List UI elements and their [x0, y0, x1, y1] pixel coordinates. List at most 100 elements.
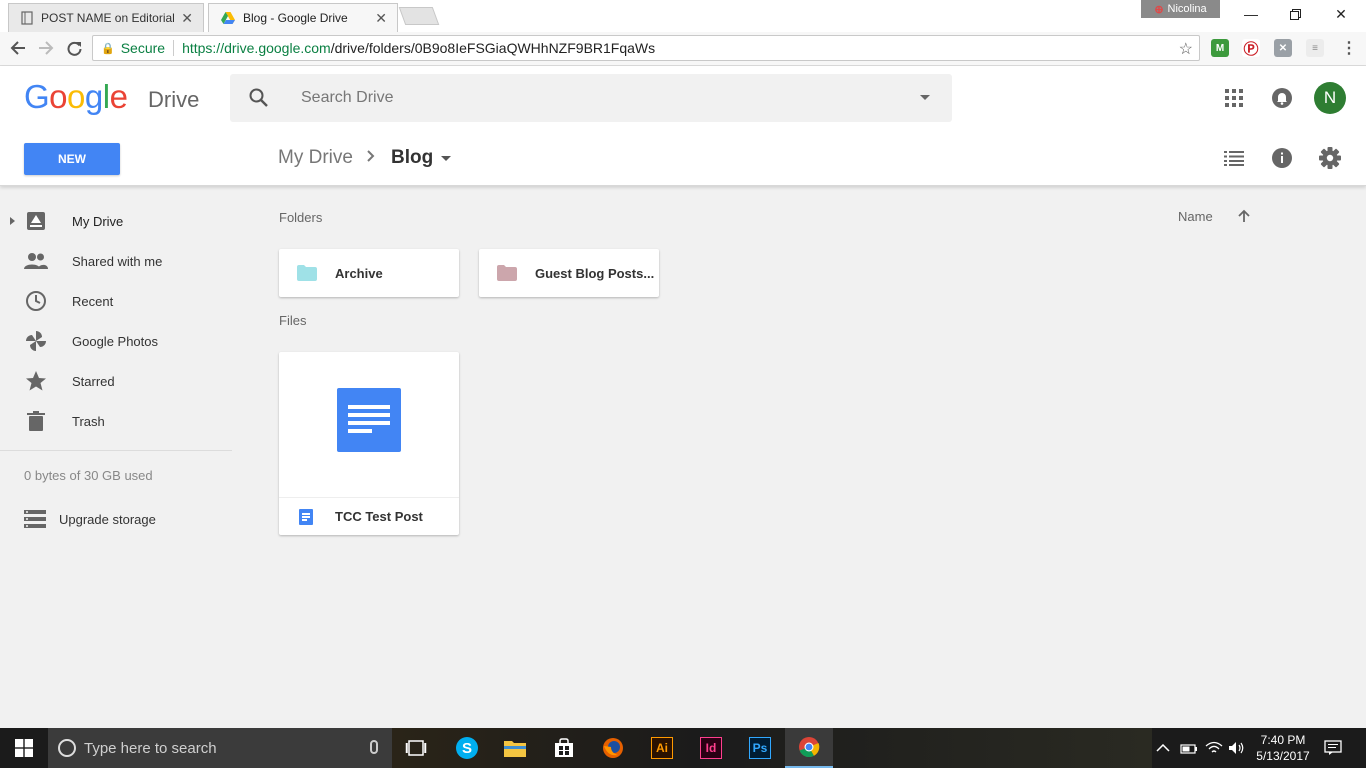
expand-arrow-icon[interactable]: [10, 217, 15, 225]
profile-name: Nicolina: [1167, 3, 1207, 15]
chrome-icon: [799, 737, 820, 758]
reload-icon: [67, 41, 81, 56]
system-clock[interactable]: 7:40 PM 5/13/2017: [1252, 732, 1314, 764]
store-bag-icon: [555, 738, 573, 757]
photoshop-taskbar-button[interactable]: Ps: [736, 728, 784, 768]
folder-card-guest-blog-posts[interactable]: Guest Blog Posts...: [479, 249, 659, 297]
extension-icon[interactable]: ✕: [1274, 39, 1292, 57]
sidebar-item-recent[interactable]: Recent: [0, 281, 232, 321]
file-explorer-taskbar-button[interactable]: [491, 728, 539, 768]
divider: [0, 450, 232, 451]
firefox-taskbar-button[interactable]: [589, 728, 637, 768]
close-window-button[interactable]: ✕: [1318, 0, 1364, 28]
lock-icon: 🔒: [101, 42, 115, 55]
close-icon[interactable]: ✕: [375, 10, 387, 27]
new-button[interactable]: NEW: [24, 143, 120, 175]
windows-logo-icon: [15, 739, 33, 757]
search-input[interactable]: Search Drive: [301, 89, 393, 107]
show-hidden-icons-button[interactable]: [1156, 728, 1170, 768]
taskbar-search-box[interactable]: Type here to search: [48, 728, 392, 768]
bookmark-star-icon[interactable]: ☆: [1179, 39, 1193, 59]
restore-icon: [1289, 8, 1301, 20]
back-button[interactable]: [6, 36, 30, 60]
google-logo[interactable]: Google: [24, 78, 128, 116]
sidebar-item-label: My Drive: [72, 213, 124, 229]
task-view-button[interactable]: [392, 728, 440, 768]
drive-icon: [24, 209, 48, 233]
battery-icon[interactable]: [1180, 728, 1198, 768]
windows-taskbar: Type here to search S Ai Id Ps 7:40 PM 5…: [0, 728, 1366, 768]
breadcrumb-current-folder[interactable]: Blog: [391, 147, 452, 169]
sidebar-item-my-drive[interactable]: My Drive: [0, 201, 232, 241]
profile-icon: ⊕: [1154, 3, 1164, 16]
wifi-icon[interactable]: [1205, 728, 1223, 768]
sidebar-item-label: Google Photos: [72, 333, 159, 349]
microphone-icon[interactable]: [370, 740, 378, 754]
skype-taskbar-button[interactable]: S: [443, 728, 491, 768]
avatar[interactable]: N: [1314, 82, 1346, 114]
folder-name: Guest Blog Posts...: [535, 265, 655, 281]
tab-title: POST NAME on Editorial: [41, 11, 175, 25]
sidebar-item-trash[interactable]: Trash: [0, 401, 232, 441]
sidebar-item-starred[interactable]: Starred: [0, 361, 232, 401]
chrome-menu-icon[interactable]: ⋮: [1340, 39, 1358, 57]
volume-icon[interactable]: [1228, 728, 1246, 768]
info-icon[interactable]: [1270, 146, 1294, 170]
folder-card-archive[interactable]: Archive: [279, 249, 459, 297]
sidebar-item-google-photos[interactable]: Google Photos: [0, 321, 232, 361]
close-icon[interactable]: ✕: [181, 10, 193, 27]
reload-button[interactable]: [62, 36, 86, 60]
profile-button[interactable]: ⊕ Nicolina: [1141, 0, 1220, 18]
secure-label: Secure: [120, 40, 166, 56]
back-arrow-icon: [10, 41, 25, 55]
notifications-bell-icon[interactable]: [1270, 86, 1294, 110]
chrome-taskbar-button[interactable]: [785, 728, 833, 768]
indesign-taskbar-button[interactable]: Id: [687, 728, 735, 768]
firefox-icon: [603, 738, 623, 758]
illustrator-taskbar-button[interactable]: Ai: [638, 728, 686, 768]
photoshop-icon: Ps: [749, 737, 771, 759]
google-doc-thumbnail-icon: [337, 388, 401, 452]
minimize-button[interactable]: —: [1228, 0, 1274, 28]
sort-by-name-button[interactable]: Name: [1178, 209, 1213, 224]
folder-name: Archive: [335, 265, 383, 281]
files-section-label: Files: [279, 313, 307, 328]
folder-icon: [497, 265, 517, 281]
tab-blog-drive[interactable]: Blog - Google Drive ✕: [208, 3, 398, 32]
file-card-tcc-test-post[interactable]: TCC Test Post: [279, 352, 459, 535]
folders-section-label: Folders: [279, 210, 323, 225]
start-button[interactable]: [0, 728, 48, 768]
skype-icon: S: [456, 737, 478, 759]
tab-title: Blog - Google Drive: [243, 11, 348, 25]
breadcrumb-my-drive[interactable]: My Drive: [278, 147, 353, 169]
tab-editorial[interactable]: POST NAME on Editorial ✕: [8, 3, 204, 32]
cortana-icon: [58, 739, 76, 757]
pinterest-extension-icon[interactable]: Ⓟ: [1242, 39, 1260, 58]
divider: [173, 40, 175, 56]
search-bar[interactable]: Search Drive: [230, 74, 952, 122]
action-center-button[interactable]: [1324, 728, 1342, 768]
apps-grid-icon[interactable]: [1222, 86, 1246, 110]
new-tab-button[interactable]: [398, 7, 440, 25]
sort-ascending-arrow-icon[interactable]: [1236, 208, 1252, 224]
sidebar-item-shared-with-me[interactable]: Shared with me: [0, 241, 232, 281]
address-bar[interactable]: 🔒 Secure https://drive.google.com /drive…: [92, 35, 1200, 61]
upgrade-storage-link[interactable]: Upgrade storage: [24, 507, 156, 531]
drive-favicon-icon: [221, 12, 235, 24]
storage-usage: 0 bytes of 30 GB used: [24, 468, 153, 483]
store-taskbar-button[interactable]: [540, 728, 588, 768]
list-view-icon[interactable]: [1222, 147, 1246, 169]
browser-toolbar: 🔒 Secure https://drive.google.com /drive…: [0, 32, 1366, 66]
search-icon[interactable]: [248, 87, 270, 114]
sidebar-item-label: Starred: [72, 373, 115, 389]
restore-button[interactable]: [1272, 0, 1318, 28]
search-options-dropdown-icon[interactable]: [920, 95, 930, 100]
settings-gear-icon[interactable]: [1318, 146, 1342, 170]
indesign-icon: Id: [700, 737, 722, 759]
google-doc-icon: [299, 508, 313, 525]
extension-icon[interactable]: ≡: [1306, 39, 1324, 57]
forward-arrow-icon: [39, 41, 54, 55]
forward-button[interactable]: [34, 36, 58, 60]
evernote-extension-icon[interactable]: M: [1211, 39, 1229, 57]
star-icon: [24, 369, 48, 393]
